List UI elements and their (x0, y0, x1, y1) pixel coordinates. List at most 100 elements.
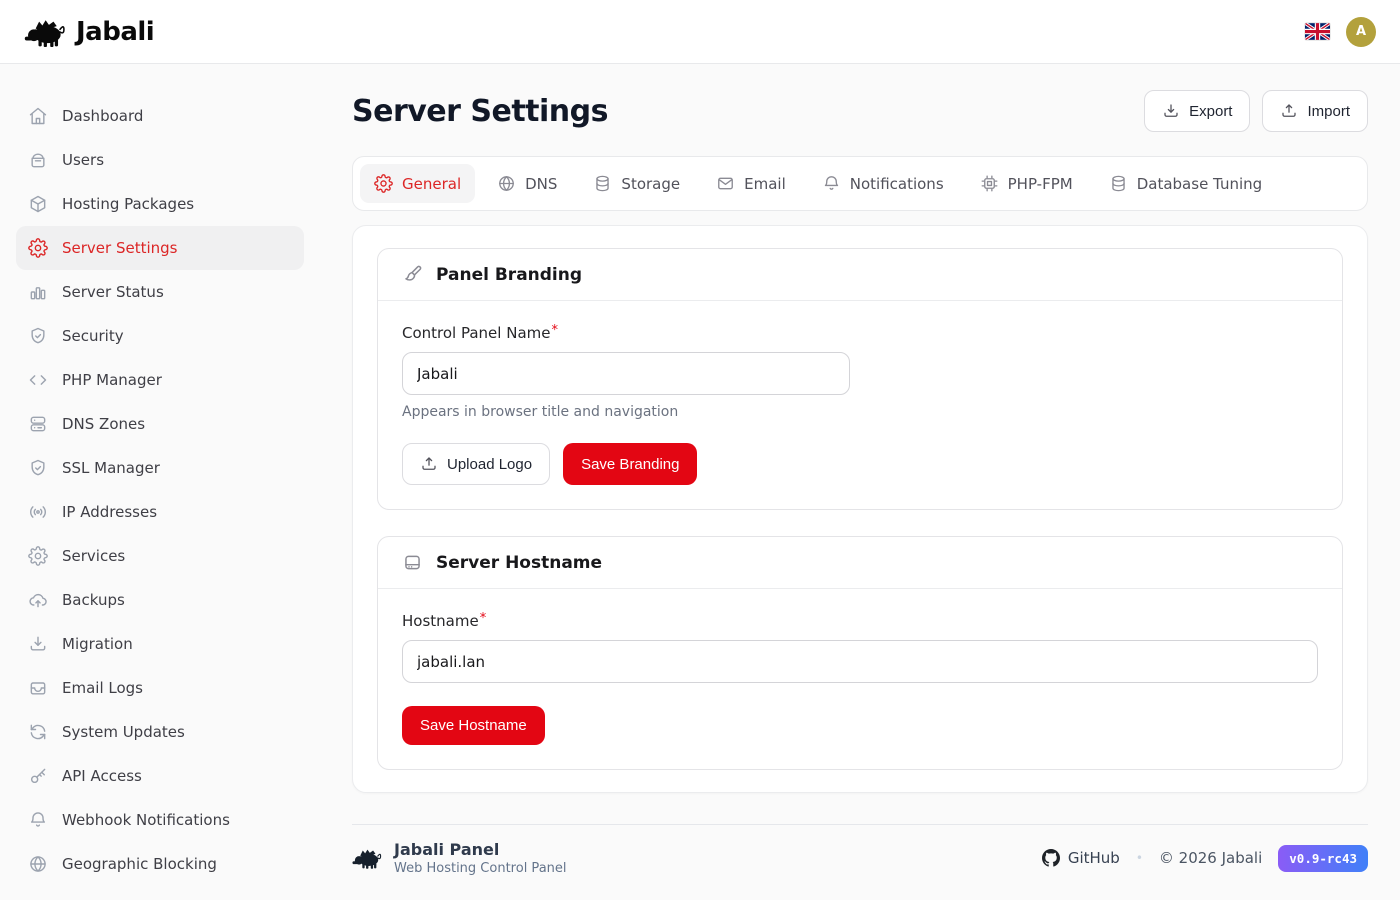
gear-icon (28, 238, 48, 258)
tab-dns[interactable]: DNS (483, 164, 571, 203)
radio-icon (28, 502, 48, 522)
cloud-upload-icon (28, 590, 48, 610)
version-badge[interactable]: v0.9-rc43 (1278, 845, 1368, 872)
required-mark: * (551, 323, 558, 338)
gear-icon (374, 174, 393, 193)
upload-logo-button[interactable]: Upload Logo (402, 443, 550, 485)
tab-notifications[interactable]: Notifications (808, 164, 958, 203)
boar-icon (24, 17, 66, 47)
sidebar-item-dns-zones[interactable]: DNS Zones (16, 402, 304, 446)
package-icon (28, 194, 48, 214)
shield-check-icon (28, 326, 48, 346)
sidebar-item-label: Geographic Blocking (62, 855, 217, 873)
brand-name: Jabali (76, 17, 154, 47)
server-hostname-card: Server Hostname Hostname* Save Hostname (377, 536, 1343, 770)
home-icon (28, 106, 48, 126)
archive-icon (28, 150, 48, 170)
inbox-icon (28, 678, 48, 698)
general-tab-panel: Panel Branding Control Panel Name* Appea… (352, 225, 1368, 793)
tab-general[interactable]: General (360, 164, 475, 203)
sidebar-item-label: Security (62, 327, 124, 345)
hostname-input[interactable] (402, 640, 1318, 683)
tab-storage[interactable]: Storage (579, 164, 694, 203)
tab-database-tuning[interactable]: Database Tuning (1095, 164, 1276, 203)
globe-icon (497, 174, 516, 193)
sidebar-item-php-manager[interactable]: PHP Manager (16, 358, 304, 402)
main-content: Server Settings ExportImport GeneralDNSS… (320, 64, 1400, 900)
globe-icon (28, 854, 48, 874)
sidebar-item-services[interactable]: Services (16, 534, 304, 578)
page-actions: Export Import (1144, 90, 1368, 132)
sidebar-item-email-logs[interactable]: Email Logs (16, 666, 304, 710)
control-panel-name-label: Control Panel Name* (402, 324, 558, 342)
database-icon (593, 174, 612, 193)
sidebar-item-api-access[interactable]: API Access (16, 754, 304, 798)
control-panel-name-input[interactable] (402, 352, 850, 395)
mail-icon (716, 174, 735, 193)
sidebar-item-migration[interactable]: Migration (16, 622, 304, 666)
cpu-icon (980, 174, 999, 193)
server-stack-icon (28, 414, 48, 434)
settings-tabbar: GeneralDNSStorageEmailNotificationsPHP-F… (352, 156, 1368, 211)
copyright-text: © 2026 Jabali (1159, 849, 1262, 867)
github-icon (1042, 849, 1060, 867)
uk-flag-icon[interactable] (1305, 23, 1330, 40)
bell-icon (28, 810, 48, 830)
sidebar-item-users[interactable]: Users (16, 138, 304, 182)
sidebar-item-label: Hosting Packages (62, 195, 194, 213)
sidebar-item-label: Users (62, 151, 104, 169)
sidebar-item-server-settings[interactable]: Server Settings (16, 226, 304, 270)
sidebar-item-security[interactable]: Security (16, 314, 304, 358)
paintbrush-icon (402, 264, 423, 285)
sidebar-item-dashboard[interactable]: Dashboard (16, 94, 304, 138)
refresh-icon (28, 722, 48, 742)
hostname-label: Hostname* (402, 612, 486, 630)
boar-icon (352, 846, 382, 870)
sidebar-item-label: DNS Zones (62, 415, 145, 433)
save-branding-button[interactable]: Save Branding (563, 443, 697, 485)
shield-check-icon (28, 458, 48, 478)
database-icon (1109, 174, 1128, 193)
footer-app-name: Jabali Panel (394, 840, 567, 859)
panel-branding-card: Panel Branding Control Panel Name* Appea… (377, 248, 1343, 510)
sidebar-item-ip-addresses[interactable]: IP Addresses (16, 490, 304, 534)
sidebar-item-label: Backups (62, 591, 125, 609)
export-button[interactable]: Export (1144, 90, 1250, 132)
sidebar-item-hosting-packages[interactable]: Hosting Packages (16, 182, 304, 226)
sidebar-item-server-status[interactable]: Server Status (16, 270, 304, 314)
sidebar-item-label: Server Settings (62, 239, 177, 257)
field-helper-text: Appears in browser title and navigation (402, 404, 1318, 420)
sidebar-item-backups[interactable]: Backups (16, 578, 304, 622)
sidebar-item-label: System Updates (62, 723, 185, 741)
sidebar-item-label: Webhook Notifications (62, 811, 230, 829)
brand-logo[interactable]: Jabali (24, 17, 154, 47)
sidebar-item-ssl-manager[interactable]: SSL Manager (16, 446, 304, 490)
code-icon (28, 370, 48, 390)
avatar[interactable]: A (1346, 17, 1376, 47)
sidebar-item-label: Email Logs (62, 679, 143, 697)
footer-tagline: Web Hosting Control Panel (394, 861, 567, 876)
github-link[interactable]: GitHub (1042, 849, 1120, 867)
download-icon (1162, 102, 1180, 120)
save-hostname-button[interactable]: Save Hostname (402, 706, 545, 745)
required-mark: * (480, 611, 487, 626)
sidebar-item-label: Services (62, 547, 125, 565)
sidebar-item-label: Migration (62, 635, 133, 653)
sidebar-item-label: Dashboard (62, 107, 143, 125)
upload-icon (1280, 102, 1298, 120)
sidebar-item-system-updates[interactable]: System Updates (16, 710, 304, 754)
import-button[interactable]: Import (1262, 90, 1368, 132)
gear-icon (28, 546, 48, 566)
bell-icon (822, 174, 841, 193)
tab-email[interactable]: Email (702, 164, 800, 203)
footer: Jabali Panel Web Hosting Control Panel G… (352, 824, 1368, 900)
key-icon (28, 766, 48, 786)
server-icon (402, 552, 423, 573)
upload-icon (420, 455, 438, 473)
tab-php-fpm[interactable]: PHP-FPM (966, 164, 1087, 203)
card-title: Panel Branding (436, 265, 582, 285)
sidebar-item-webhook-notifications[interactable]: Webhook Notifications (16, 798, 304, 842)
bar-chart-icon (28, 282, 48, 302)
sidebar-item-geographic-blocking[interactable]: Geographic Blocking (16, 842, 304, 886)
download-icon (28, 634, 48, 654)
